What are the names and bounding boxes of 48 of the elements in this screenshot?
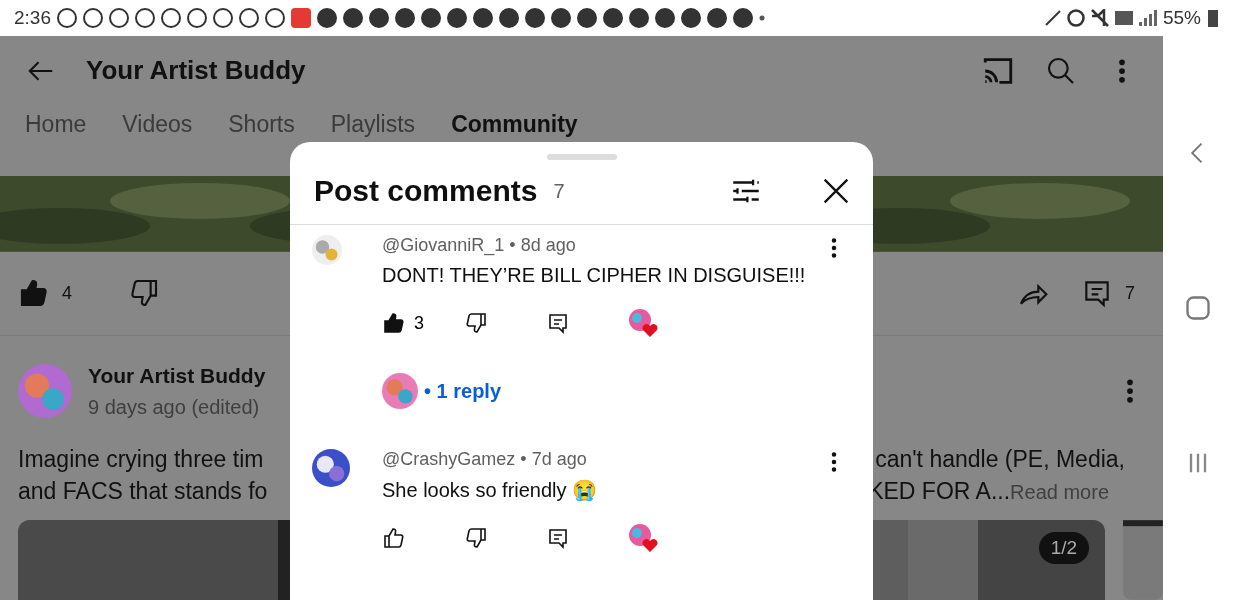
battery-icon xyxy=(1207,8,1219,28)
comment-text: DONT! THEY’RE BILL CIPHER IN DISGUISE!!! xyxy=(382,264,807,287)
like-button[interactable] xyxy=(382,526,406,550)
mute-icon xyxy=(1090,9,1109,27)
channel-tab[interactable]: Videos xyxy=(122,111,193,138)
notification-icon xyxy=(213,8,233,28)
like-count: 4 xyxy=(62,282,72,304)
notification-icon xyxy=(57,8,77,28)
comment-meta: @CrashyGamez • 7d ago xyxy=(382,449,587,469)
app-notification-icon xyxy=(291,8,311,28)
commenter-avatar[interactable] xyxy=(312,449,350,487)
channel-tab[interactable]: Home xyxy=(25,111,87,138)
notification-icon xyxy=(109,8,129,28)
dot-icon xyxy=(759,15,765,21)
reply-button[interactable] xyxy=(546,311,570,335)
channel-tab[interactable]: Shorts xyxy=(228,111,295,138)
post-time: 9 days ago (edited) xyxy=(88,395,261,419)
post-text: and FACS that stands fo xyxy=(18,478,268,506)
read-more-link[interactable]: Read more xyxy=(1010,481,1109,505)
dislike-button[interactable] xyxy=(464,526,488,550)
channel-title: Your Artist Buddy xyxy=(86,55,307,87)
post-text: Imagine crying three tim xyxy=(18,446,264,474)
comment-meta: @GiovanniR_1 • 8d ago xyxy=(382,235,576,255)
dislike-button[interactable] xyxy=(464,311,488,335)
notification-icon xyxy=(265,8,285,28)
notification-icon xyxy=(187,8,207,28)
comment-text: She looks so friendly 😭 xyxy=(382,478,599,502)
comments-count: 7 xyxy=(553,179,566,203)
channel-tab[interactable]: Playlists xyxy=(330,111,416,138)
creator-avatar[interactable] xyxy=(382,373,418,409)
notification-icon xyxy=(239,8,259,28)
signal-icon xyxy=(1138,10,1157,26)
channel-tab[interactable]: Community xyxy=(451,111,578,138)
sheet-title: Post comments xyxy=(314,174,538,208)
battery-percent: 55% xyxy=(1162,7,1201,29)
alarm-icon xyxy=(1066,9,1085,27)
notification-icon xyxy=(161,8,181,28)
home-icon[interactable] xyxy=(1184,294,1212,322)
notification-icon xyxy=(135,8,155,28)
reply-button[interactable] xyxy=(546,526,570,550)
like-count: 3 xyxy=(414,312,424,334)
clock: 2:36 xyxy=(14,7,51,29)
replies-button[interactable]: • 1 reply xyxy=(382,373,502,409)
notification-icon xyxy=(83,8,103,28)
post-author: Your Artist Buddy xyxy=(88,363,267,388)
like-button[interactable] xyxy=(382,311,406,335)
comment-count: 7 xyxy=(1125,282,1135,304)
post-text: can't handle (PE, Media, xyxy=(875,446,1125,474)
